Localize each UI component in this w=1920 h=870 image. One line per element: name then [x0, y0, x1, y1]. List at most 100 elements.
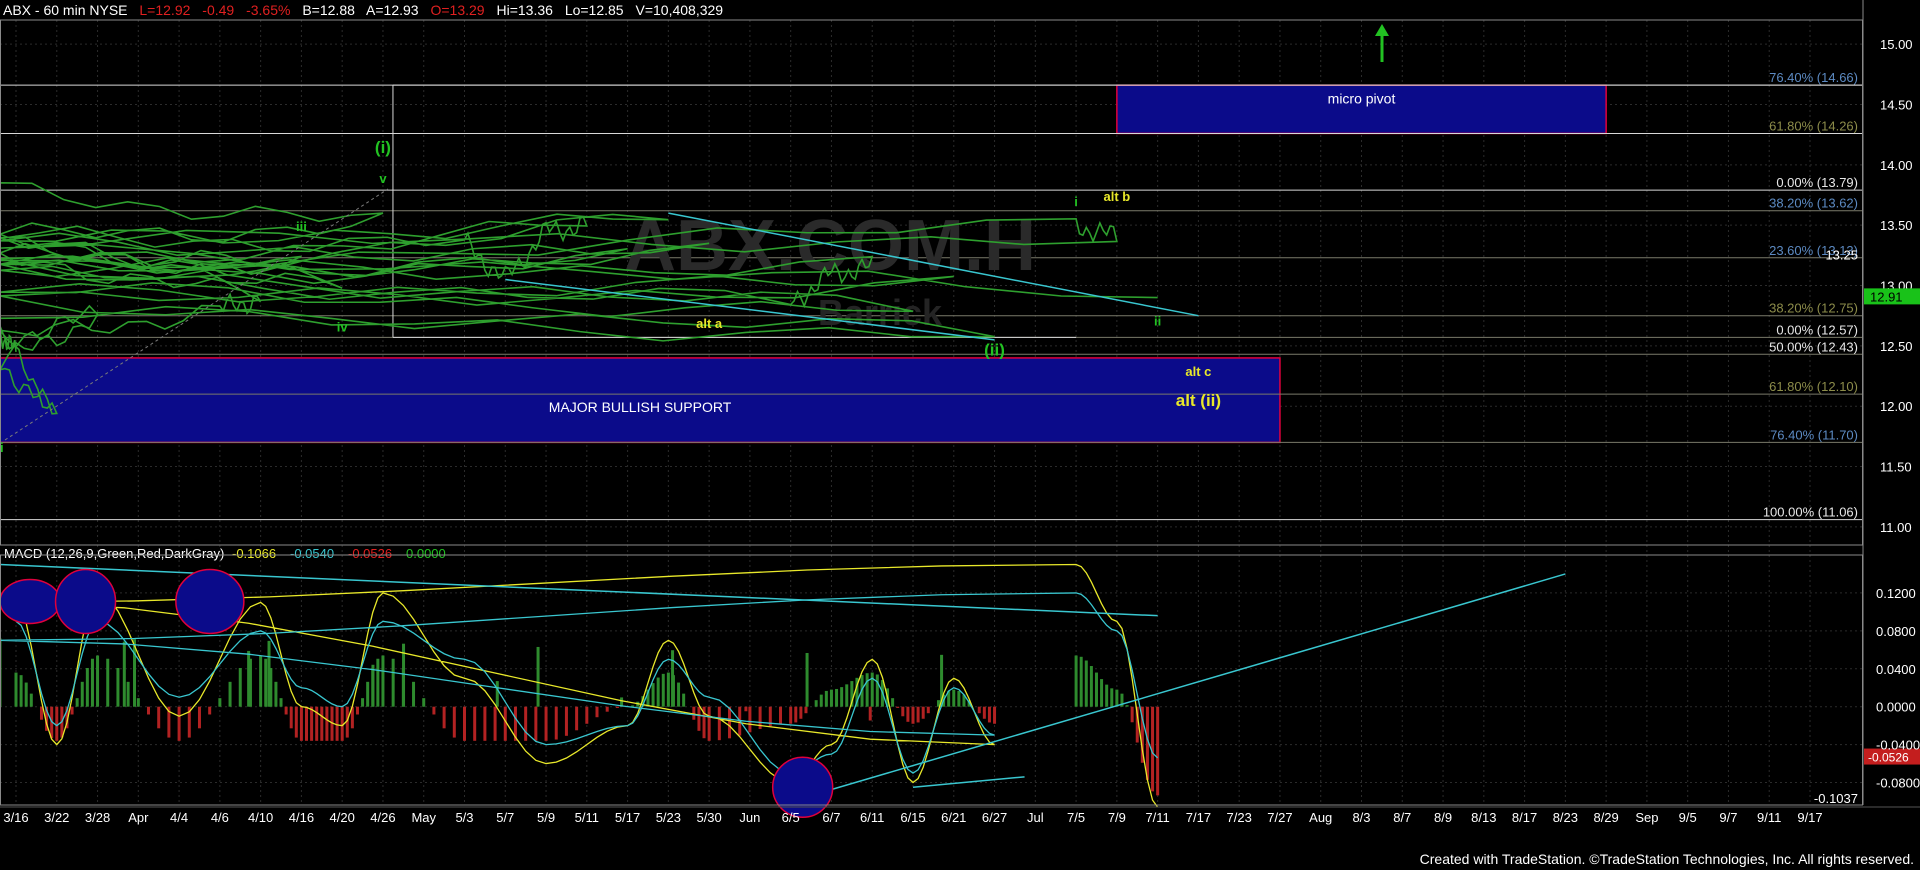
fib-label: 76.40% (11.70) — [1770, 427, 1858, 442]
x-tick-label: 3/22 — [44, 810, 69, 825]
macd-value-label: -0.0526 — [1868, 751, 1909, 765]
wave-label: iii — [296, 219, 307, 234]
x-tick-label: 5/23 — [656, 810, 681, 825]
x-tick-label: 7/27 — [1267, 810, 1292, 825]
macd-tick-label: 0.0400 — [1876, 662, 1916, 677]
footer-credit: Created with TradeStation. ©TradeStation… — [1419, 851, 1914, 867]
x-tick-label: 7/17 — [1186, 810, 1211, 825]
x-tick-label: 9/7 — [1719, 810, 1737, 825]
fib-label: 0.00% (12.57) — [1776, 322, 1858, 337]
x-tick-label: 7/11 — [1145, 810, 1169, 825]
macd-tick-label: -0.0800 — [1876, 776, 1920, 791]
x-tick-label: 5/17 — [615, 810, 640, 825]
macd-highlight-ellipse — [771, 756, 834, 819]
x-tick-label: 5/30 — [696, 810, 721, 825]
wave-label: (ii) — [984, 341, 1005, 360]
low-price: Lo=12.85 — [564, 2, 624, 18]
x-tick-label: 4/26 — [370, 810, 395, 825]
x-tick-label: 3/28 — [85, 810, 110, 825]
fib-label: 38.20% (12.75) — [1769, 301, 1858, 316]
macd-tick-label: 0.0000 — [1876, 700, 1916, 715]
fib-label: 76.40% (14.66) — [1769, 70, 1858, 85]
macd-highlight-ellipse — [175, 568, 245, 635]
x-tick-label: Jun — [739, 810, 760, 825]
macd-tick-label: 0.0800 — [1876, 624, 1916, 639]
x-tick-label: 6/21 — [941, 810, 966, 825]
price-tick-label: 14.00 — [1880, 158, 1913, 173]
x-tick-label: 4/20 — [330, 810, 355, 825]
price-marker-label: 13.25 — [1825, 247, 1858, 262]
wave-label: iv — [337, 319, 349, 334]
net-change: -0.49 — [202, 2, 235, 18]
x-tick-label: Sep — [1635, 810, 1658, 825]
x-tick-label: 9/11 — [1757, 810, 1781, 825]
x-tick-label: 9/5 — [1679, 810, 1697, 825]
wave-label: v — [379, 171, 387, 186]
open-price: O=13.29 — [430, 2, 485, 18]
macd-tick-label: 0.1200 — [1876, 586, 1916, 601]
macd-title: MACD (12,26,9,Green,Red,DarkGray) — [4, 546, 224, 561]
macd-legend-value: -0.1066 — [232, 546, 276, 561]
zone-label: micro pivot — [1328, 90, 1396, 106]
wave-label: alt a — [696, 316, 723, 331]
price-tick-label: 14.50 — [1880, 97, 1913, 112]
x-tick-label: 6/15 — [900, 810, 925, 825]
fib-label: 38.20% (13.62) — [1769, 196, 1858, 211]
fib-label: 100.00% (11.06) — [1763, 505, 1858, 520]
last-price-value: 12.91 — [1870, 289, 1903, 304]
fib-label: 50.00% (12.43) — [1769, 339, 1858, 354]
x-tick-label: 8/7 — [1393, 810, 1411, 825]
wave-label: (i) — [375, 138, 391, 157]
zone-label: MAJOR BULLISH SUPPORT — [549, 399, 732, 415]
price-tick-label: 12.00 — [1880, 399, 1913, 414]
wave-label: alt (ii) — [1176, 391, 1221, 410]
macd-legend-value: -0.0526 — [348, 546, 392, 561]
macd-highlight-ellipse — [0, 578, 61, 625]
symbol-header: ABX - 60 min NYSE L=12.92 -0.49 -3.65% B… — [3, 2, 731, 18]
macd-value-label: -0.1037 — [1814, 791, 1858, 806]
price-tick-label: 11.00 — [1880, 520, 1912, 535]
price-tick-label: 12.50 — [1880, 339, 1913, 354]
macd-highlight-ellipse — [54, 568, 117, 635]
x-tick-label: 8/17 — [1512, 810, 1537, 825]
watermark-sub: Barrick — [818, 292, 943, 333]
price-tick-label: 13.50 — [1880, 218, 1913, 233]
x-tick-label: 4/6 — [211, 810, 229, 825]
x-tick-label: 5/3 — [455, 810, 473, 825]
x-tick-label: 8/23 — [1553, 810, 1578, 825]
x-tick-label: 8/3 — [1352, 810, 1370, 825]
macd-tick-label: -0.0400 — [1876, 738, 1920, 753]
ask-price: A=12.93 — [366, 2, 419, 18]
x-tick-label: 5/7 — [496, 810, 514, 825]
last-price: L=12.92 — [139, 2, 191, 18]
x-tick-label: 9/17 — [1797, 810, 1822, 825]
wave-label: alt b — [1103, 189, 1130, 204]
macd-legend-value: -0.0540 — [290, 546, 334, 561]
symbol-name: ABX - 60 min NYSE — [3, 2, 128, 18]
macd-legend-value: 0.0000 — [406, 546, 446, 561]
wave-label: alt c — [1185, 364, 1211, 379]
volume: V=10,408,329 — [635, 2, 724, 18]
x-tick-label: 3/16 — [3, 810, 28, 825]
x-tick-label: 6/7 — [822, 810, 840, 825]
x-tick-label: 4/4 — [170, 810, 188, 825]
x-tick-label: 7/23 — [1227, 810, 1252, 825]
bid-price: B=12.88 — [302, 2, 355, 18]
high-price: Hi=13.36 — [496, 2, 553, 18]
x-tick-label: 8/13 — [1471, 810, 1496, 825]
x-tick-label: May — [411, 810, 436, 825]
x-tick-label: 5/11 — [575, 810, 599, 825]
x-tick-label: 6/27 — [982, 810, 1007, 825]
wave-label: ii — [1154, 313, 1161, 328]
fib-label: 0.00% (13.79) — [1776, 175, 1858, 190]
x-tick-label: Jul — [1027, 810, 1044, 825]
pct-change: -3.65% — [246, 2, 291, 18]
x-tick-label: 4/10 — [248, 810, 273, 825]
x-tick-label: 7/9 — [1108, 810, 1126, 825]
fib-label: 61.80% (14.26) — [1769, 118, 1858, 133]
wave-label: i — [1074, 194, 1078, 209]
x-tick-label: Apr — [128, 810, 149, 825]
x-tick-label: 6/5 — [782, 810, 800, 825]
chart-canvas: micro pivot MAJOR BULLISH SUPPORT 76.40% … — [0, 0, 1920, 870]
fib-label: 61.80% (12.10) — [1769, 379, 1858, 394]
